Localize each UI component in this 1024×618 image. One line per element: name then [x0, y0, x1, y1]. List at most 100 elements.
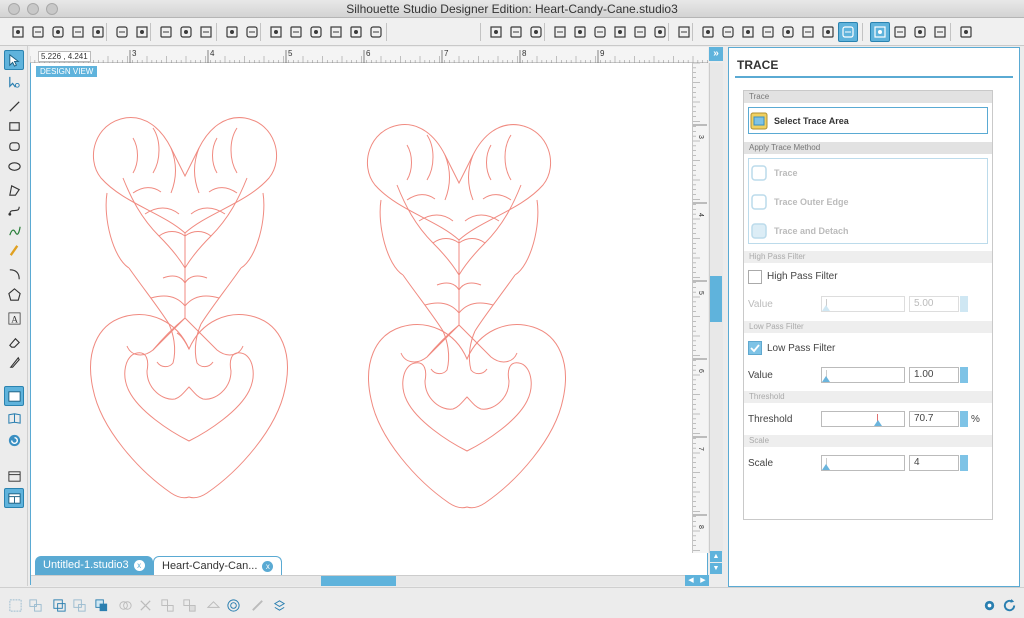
- select-trace-area-row[interactable]: Select Trace Area: [749, 111, 849, 131]
- low-pass-checkbox[interactable]: [748, 341, 762, 355]
- vertical-scroll-thumb[interactable]: [710, 276, 722, 322]
- print-icon[interactable]: [112, 22, 132, 42]
- page-setup-icon[interactable]: [890, 22, 910, 42]
- low-pass-stepper[interactable]: [960, 367, 968, 383]
- tab-close-icon[interactable]: x: [262, 560, 274, 572]
- high-pass-slider[interactable]: [821, 296, 905, 312]
- high-pass-stepper[interactable]: [960, 296, 968, 312]
- knife-tool-icon[interactable]: [4, 352, 24, 372]
- paste-icon[interactable]: [176, 22, 196, 42]
- shadow-icon[interactable]: [610, 22, 630, 42]
- store-icon[interactable]: [4, 430, 24, 450]
- low-pass-slider[interactable]: [821, 367, 905, 383]
- trace-method-detach[interactable]: Trace and Detach: [749, 221, 849, 241]
- mirror-icon[interactable]: [180, 596, 198, 614]
- threshold-value-field[interactable]: 70.7: [909, 411, 959, 427]
- trace-method-trace[interactable]: Trace: [749, 163, 798, 183]
- high-pass-checkbox[interactable]: [748, 270, 762, 284]
- pan-hand-icon[interactable]: [266, 22, 286, 42]
- regular-polygon-icon[interactable]: [4, 284, 24, 304]
- edit-points-icon[interactable]: [4, 72, 24, 92]
- scale-icon[interactable]: [738, 22, 758, 42]
- scale-stepper[interactable]: [960, 455, 968, 471]
- freehand-tool-icon[interactable]: [4, 220, 24, 240]
- tab-heart-candy-cane[interactable]: Heart-Candy-Can... x: [153, 556, 283, 575]
- text-tool-icon[interactable]: A: [4, 308, 24, 328]
- polygon-tool-icon[interactable]: [4, 180, 24, 200]
- heart-outline-right[interactable]: [368, 324, 566, 509]
- cut-icon[interactable]: [196, 22, 216, 42]
- select-tool-icon[interactable]: [4, 50, 24, 70]
- delete-icon[interactable]: [136, 596, 154, 614]
- refresh-icon[interactable]: [1000, 596, 1018, 614]
- heart-outline-left[interactable]: [90, 314, 288, 499]
- window-panel-icon[interactable]: [4, 466, 24, 486]
- zoom-fit-icon[interactable]: [366, 22, 386, 42]
- line-tool-icon[interactable]: [4, 96, 24, 116]
- knife-icon[interactable]: [248, 596, 266, 614]
- fill-pattern-icon[interactable]: [570, 22, 590, 42]
- redo-icon[interactable]: [242, 22, 262, 42]
- horizontal-scroll-thumb[interactable]: [321, 576, 396, 586]
- high-pass-value-field[interactable]: 5.00: [909, 296, 959, 312]
- replicate-icon[interactable]: [798, 22, 818, 42]
- tab-close-icon[interactable]: x: [133, 559, 145, 571]
- rectangle-tool-icon[interactable]: [4, 116, 24, 136]
- scale-slider[interactable]: [821, 455, 905, 471]
- smooth-freehand-icon[interactable]: [4, 240, 24, 260]
- collapse-panel-button[interactable]: »: [709, 47, 723, 61]
- trace-method-outer-edge[interactable]: Trace Outer Edge: [749, 192, 849, 212]
- ungroup-icon[interactable]: [26, 596, 44, 614]
- bring-to-front-icon[interactable]: [92, 596, 110, 614]
- release-compound-icon[interactable]: [70, 596, 88, 614]
- horizontal-scrollbar[interactable]: [31, 575, 708, 586]
- library-view-icon[interactable]: [4, 408, 24, 428]
- scroll-up-icon[interactable]: ▲: [710, 551, 722, 562]
- candy-cane-heart-right[interactable]: [366, 124, 552, 375]
- curve-tool-icon[interactable]: [4, 200, 24, 220]
- scale-value-field[interactable]: 4: [909, 455, 959, 471]
- open-file-icon[interactable]: [48, 22, 68, 42]
- grid-settings-icon[interactable]: [526, 22, 546, 42]
- ellipse-tool-icon[interactable]: [4, 156, 24, 176]
- scroll-right-icon[interactable]: ▶: [697, 575, 709, 586]
- make-compound-icon[interactable]: [204, 596, 222, 614]
- cut-settings-icon[interactable]: [870, 22, 890, 42]
- candy-cane-heart-left[interactable]: [92, 117, 278, 368]
- threshold-stepper[interactable]: [960, 411, 968, 427]
- tab-untitled[interactable]: Untitled-1.studio3 x: [35, 556, 153, 575]
- group-icon[interactable]: [6, 596, 24, 614]
- offset-icon[interactable]: [224, 596, 242, 614]
- rounded-rectangle-tool-icon[interactable]: [4, 136, 24, 156]
- line-style-icon[interactable]: [650, 22, 670, 42]
- text-style-icon[interactable]: [674, 22, 694, 42]
- split-view-icon[interactable]: [4, 488, 24, 508]
- shear-icon[interactable]: [758, 22, 778, 42]
- zoom-selection-icon[interactable]: [326, 22, 346, 42]
- copy-icon[interactable]: [156, 22, 176, 42]
- settings-gear-icon[interactable]: [980, 596, 998, 614]
- fill-color-icon[interactable]: [550, 22, 570, 42]
- undo-icon[interactable]: [222, 22, 242, 42]
- save-to-library-icon[interactable]: [88, 22, 108, 42]
- compound-path-icon[interactable]: [50, 596, 68, 614]
- low-pass-value-field[interactable]: 1.00: [909, 367, 959, 383]
- new-document-icon[interactable]: [8, 22, 28, 42]
- zoom-out-icon[interactable]: [306, 22, 326, 42]
- zoom-drag-icon[interactable]: [346, 22, 366, 42]
- modify-icon[interactable]: [818, 22, 838, 42]
- scroll-left-icon[interactable]: ◀: [685, 575, 697, 586]
- trace-icon[interactable]: [838, 22, 858, 42]
- save-icon[interactable]: [68, 22, 88, 42]
- scroll-down-icon[interactable]: ▼: [710, 563, 722, 574]
- rotate-icon[interactable]: [718, 22, 738, 42]
- send-to-cutter-icon[interactable]: [132, 22, 152, 42]
- line-color-icon[interactable]: [630, 22, 650, 42]
- gradient-icon[interactable]: [590, 22, 610, 42]
- send-icon[interactable]: [956, 22, 976, 42]
- transform-icon[interactable]: [698, 22, 718, 42]
- store-icon[interactable]: [930, 22, 950, 42]
- threshold-slider[interactable]: [821, 411, 905, 427]
- eraser-tool-icon[interactable]: [4, 332, 24, 352]
- open-folder-icon[interactable]: [28, 22, 48, 42]
